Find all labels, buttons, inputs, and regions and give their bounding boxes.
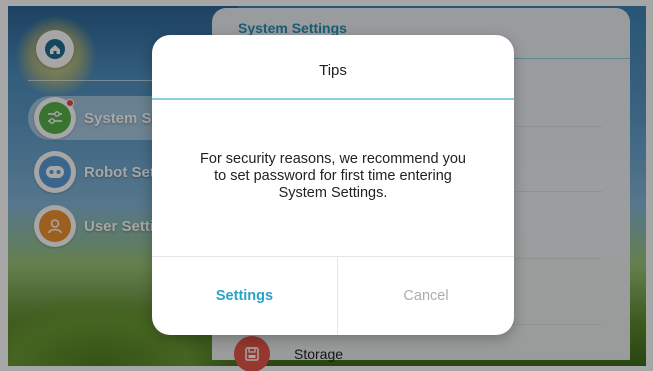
dialog-message: For security reasons, we recommend you t… <box>178 151 488 202</box>
dialog-title: Tips <box>319 62 347 79</box>
tips-dialog: Tips For security reasons, we recommend … <box>152 35 514 335</box>
dialog-message-line: System Settings. <box>278 185 388 201</box>
cancel-button[interactable]: Cancel <box>338 257 514 335</box>
dialog-message-line: For security reasons, we recommend you <box>200 151 466 167</box>
dialog-title-divider <box>152 98 514 100</box>
dialog-message-line: to set password for first time entering <box>214 168 452 184</box>
settings-button[interactable]: Settings <box>152 257 337 335</box>
